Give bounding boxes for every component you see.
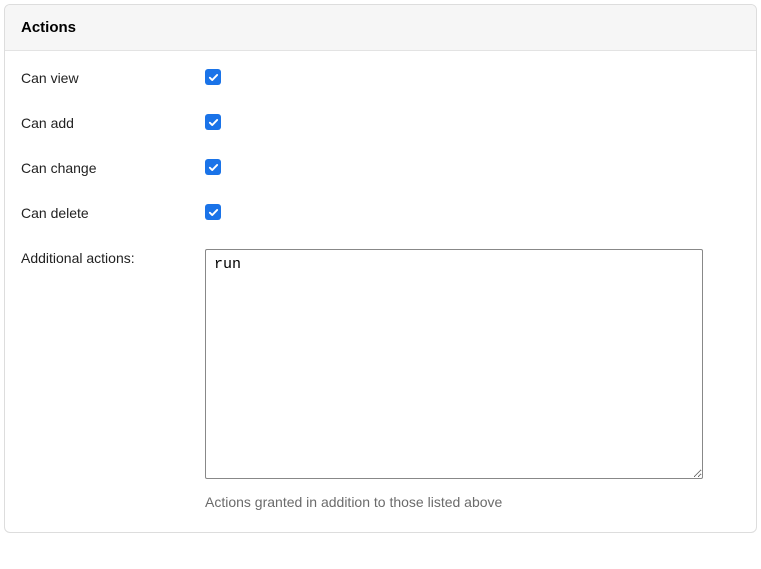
control-can-change — [205, 159, 740, 176]
label-additional-actions: Additional actions: — [21, 249, 205, 266]
control-can-delete — [205, 204, 740, 221]
row-can-delete: Can delete — [21, 204, 740, 221]
row-additional-actions: Additional actions: Actions granted in a… — [21, 249, 740, 510]
control-additional-actions: Actions granted in addition to those lis… — [205, 249, 740, 510]
row-can-view: Can view — [21, 69, 740, 86]
row-can-change: Can change — [21, 159, 740, 176]
control-can-add — [205, 114, 740, 131]
checkbox-can-change[interactable] — [205, 159, 221, 175]
control-can-view — [205, 69, 740, 86]
checkbox-can-delete[interactable] — [205, 204, 221, 220]
row-can-add: Can add — [21, 114, 740, 131]
actions-panel: Actions Can view Can add Can change — [4, 4, 757, 533]
additional-actions-help: Actions granted in addition to those lis… — [205, 494, 740, 510]
panel-header: Actions — [5, 5, 756, 51]
additional-actions-textarea[interactable] — [205, 249, 703, 479]
label-can-change: Can change — [21, 159, 205, 176]
panel-title: Actions — [21, 19, 740, 36]
label-can-view: Can view — [21, 69, 205, 86]
panel-body: Can view Can add Can change — [5, 51, 756, 532]
label-can-delete: Can delete — [21, 204, 205, 221]
checkbox-can-add[interactable] — [205, 114, 221, 130]
checkbox-can-view[interactable] — [205, 69, 221, 85]
label-can-add: Can add — [21, 114, 205, 131]
